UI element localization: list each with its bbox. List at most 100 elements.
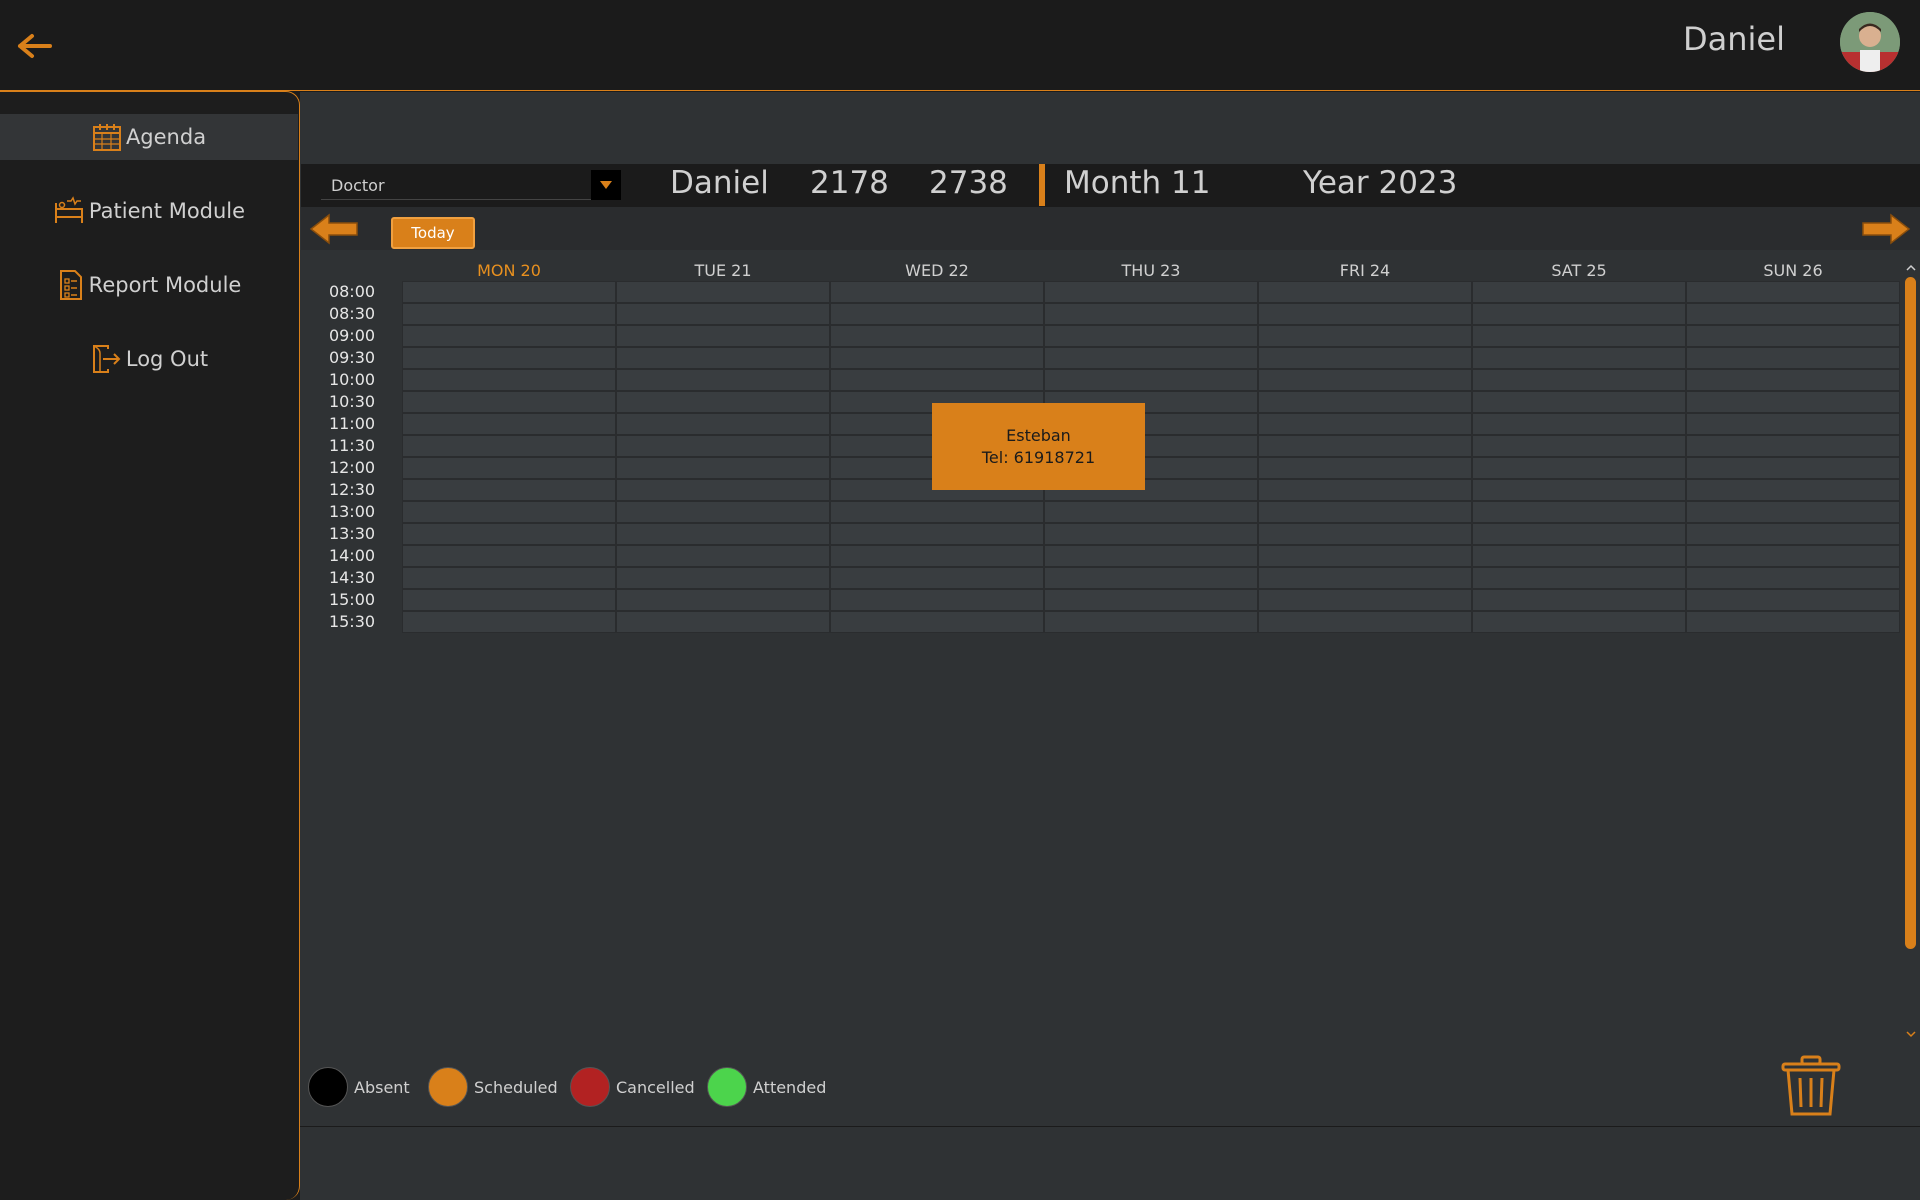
calendar-slot[interactable] bbox=[402, 303, 616, 325]
calendar-slot[interactable] bbox=[616, 457, 830, 479]
calendar-slot[interactable] bbox=[1044, 281, 1258, 303]
calendar-slot[interactable] bbox=[402, 369, 616, 391]
calendar-slot[interactable] bbox=[1258, 589, 1472, 611]
appointment-block[interactable]: Esteban Tel: 61918721 bbox=[932, 403, 1145, 490]
calendar-slot[interactable] bbox=[1472, 479, 1686, 501]
calendar-slot[interactable] bbox=[1472, 413, 1686, 435]
calendar-slot[interactable] bbox=[830, 567, 1044, 589]
calendar-slot[interactable] bbox=[1044, 611, 1258, 633]
calendar-slot[interactable] bbox=[830, 347, 1044, 369]
calendar-slot[interactable] bbox=[402, 479, 616, 501]
calendar-slot[interactable] bbox=[616, 303, 830, 325]
calendar-slot[interactable] bbox=[616, 545, 830, 567]
sidebar-item-patient-module[interactable]: Patient Module bbox=[0, 188, 298, 234]
calendar-slot[interactable] bbox=[1472, 391, 1686, 413]
calendar-slot[interactable] bbox=[1472, 325, 1686, 347]
calendar-slot[interactable] bbox=[830, 281, 1044, 303]
calendar-slot[interactable] bbox=[616, 523, 830, 545]
calendar-slot[interactable] bbox=[1258, 611, 1472, 633]
calendar-slot[interactable] bbox=[1472, 501, 1686, 523]
calendar-slot[interactable] bbox=[1686, 611, 1900, 633]
calendar-slot[interactable] bbox=[1258, 369, 1472, 391]
calendar-slot[interactable] bbox=[1044, 347, 1258, 369]
calendar-slot[interactable] bbox=[1472, 589, 1686, 611]
calendar-slot[interactable] bbox=[1044, 567, 1258, 589]
calendar-slot[interactable] bbox=[616, 589, 830, 611]
calendar-slot[interactable] bbox=[616, 435, 830, 457]
calendar-slot[interactable] bbox=[1258, 303, 1472, 325]
calendar-slot[interactable] bbox=[1686, 347, 1900, 369]
calendar-slot[interactable] bbox=[616, 479, 830, 501]
calendar-slot[interactable] bbox=[1686, 523, 1900, 545]
calendar-slot[interactable] bbox=[402, 611, 616, 633]
avatar[interactable] bbox=[1840, 12, 1900, 72]
scrollbar-thumb[interactable] bbox=[1905, 277, 1916, 949]
calendar-slot[interactable] bbox=[402, 567, 616, 589]
calendar-slot[interactable] bbox=[830, 589, 1044, 611]
back-arrow-icon[interactable] bbox=[14, 26, 58, 66]
calendar-slot[interactable] bbox=[830, 369, 1044, 391]
calendar-slot[interactable] bbox=[1258, 545, 1472, 567]
calendar-slot[interactable] bbox=[1258, 457, 1472, 479]
calendar-slot[interactable] bbox=[402, 589, 616, 611]
calendar-slot[interactable] bbox=[1258, 501, 1472, 523]
calendar-slot[interactable] bbox=[1472, 435, 1686, 457]
calendar-slot[interactable] bbox=[1258, 413, 1472, 435]
calendar-slot[interactable] bbox=[1686, 589, 1900, 611]
sidebar-item-agenda[interactable]: Agenda bbox=[0, 114, 298, 160]
calendar-slot[interactable] bbox=[1258, 435, 1472, 457]
calendar-slot[interactable] bbox=[1044, 523, 1258, 545]
calendar-slot[interactable] bbox=[616, 413, 830, 435]
calendar-slot[interactable] bbox=[1686, 457, 1900, 479]
calendar-slot[interactable] bbox=[616, 391, 830, 413]
calendar-slot[interactable] bbox=[1258, 347, 1472, 369]
calendar-slot[interactable] bbox=[1472, 545, 1686, 567]
calendar-slot[interactable] bbox=[402, 347, 616, 369]
calendar-slot[interactable] bbox=[830, 303, 1044, 325]
calendar-slot[interactable] bbox=[1044, 501, 1258, 523]
calendar-slot[interactable] bbox=[1686, 567, 1900, 589]
doctor-select[interactable]: Doctor bbox=[321, 170, 621, 200]
calendar-slot[interactable] bbox=[1472, 567, 1686, 589]
calendar-slot[interactable] bbox=[1686, 501, 1900, 523]
today-button[interactable]: Today bbox=[391, 217, 475, 249]
calendar-slot[interactable] bbox=[1472, 347, 1686, 369]
calendar-slot[interactable] bbox=[1044, 303, 1258, 325]
calendar-slot[interactable] bbox=[1044, 589, 1258, 611]
sidebar-item-report-module[interactable]: Report Module bbox=[0, 262, 298, 308]
calendar-slot[interactable] bbox=[1686, 369, 1900, 391]
next-week-arrow-icon[interactable] bbox=[1857, 209, 1913, 249]
calendar-slot[interactable] bbox=[616, 501, 830, 523]
calendar-slot[interactable] bbox=[830, 611, 1044, 633]
calendar-slot[interactable] bbox=[402, 545, 616, 567]
calendar-slot[interactable] bbox=[1686, 325, 1900, 347]
calendar-slot[interactable] bbox=[830, 545, 1044, 567]
calendar-slot[interactable] bbox=[1686, 435, 1900, 457]
calendar-slot[interactable] bbox=[1258, 281, 1472, 303]
calendar-slot[interactable] bbox=[402, 413, 616, 435]
calendar-slot[interactable] bbox=[616, 611, 830, 633]
calendar-slot[interactable] bbox=[402, 281, 616, 303]
calendar-slot[interactable] bbox=[616, 369, 830, 391]
calendar-slot[interactable] bbox=[1686, 413, 1900, 435]
calendar-slot[interactable] bbox=[402, 501, 616, 523]
calendar-slot[interactable] bbox=[1472, 369, 1686, 391]
calendar-scrollbar[interactable] bbox=[1902, 259, 1920, 1049]
calendar-slot[interactable] bbox=[1044, 545, 1258, 567]
calendar-slot[interactable] bbox=[1686, 545, 1900, 567]
calendar-slot[interactable] bbox=[1258, 325, 1472, 347]
calendar-slot[interactable] bbox=[1686, 303, 1900, 325]
calendar-slot[interactable] bbox=[830, 325, 1044, 347]
scroll-down-icon[interactable] bbox=[1906, 1029, 1916, 1039]
calendar-slot[interactable] bbox=[402, 325, 616, 347]
calendar-slot[interactable] bbox=[1258, 523, 1472, 545]
scroll-up-icon[interactable] bbox=[1906, 263, 1916, 273]
calendar-slot[interactable] bbox=[1472, 523, 1686, 545]
calendar-slot[interactable] bbox=[1044, 369, 1258, 391]
calendar-slot[interactable] bbox=[616, 567, 830, 589]
calendar-slot[interactable] bbox=[1686, 281, 1900, 303]
calendar-slot[interactable] bbox=[1472, 281, 1686, 303]
chevron-down-icon[interactable] bbox=[591, 170, 621, 200]
calendar-slot[interactable] bbox=[1044, 325, 1258, 347]
calendar-slot[interactable] bbox=[1472, 303, 1686, 325]
